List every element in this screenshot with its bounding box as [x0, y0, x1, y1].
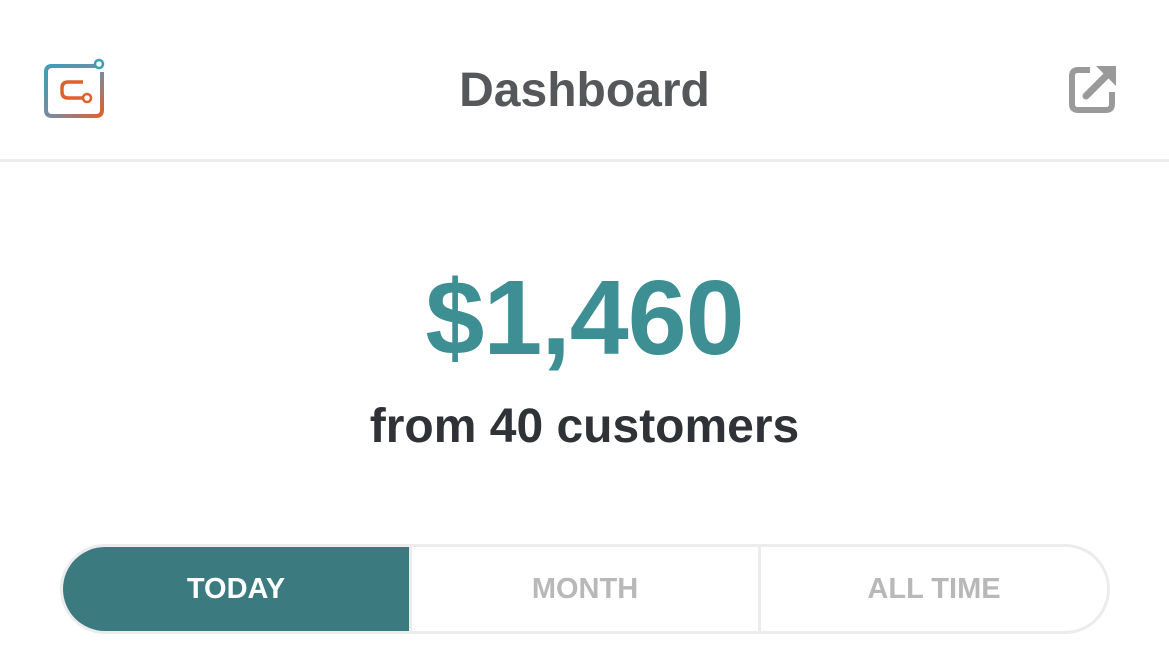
external-link-icon[interactable] — [1068, 62, 1120, 114]
tab-month[interactable]: MONTH — [409, 547, 758, 631]
app-header: Dashboard — [0, 0, 1169, 162]
period-selector: TODAY MONTH ALL TIME — [60, 544, 1110, 634]
page-title: Dashboard — [459, 64, 710, 117]
tab-today[interactable]: TODAY — [63, 547, 409, 631]
tab-all-time[interactable]: ALL TIME — [758, 547, 1107, 631]
customer-count-text: from 40 customers — [369, 400, 800, 453]
revenue-amount: $1,460 — [425, 259, 744, 377]
